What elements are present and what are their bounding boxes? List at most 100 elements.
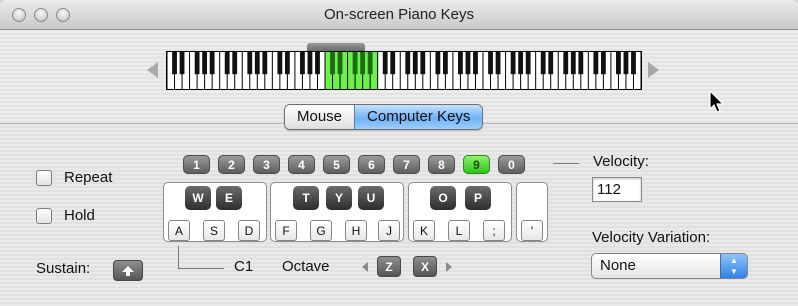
number-key-7[interactable]: 7 — [393, 155, 420, 174]
number-key-9[interactable]: 9 — [463, 155, 490, 174]
scroll-right-arrow-icon[interactable] — [648, 62, 659, 78]
piano-black-key[interactable] — [254, 52, 260, 75]
piano-black-key[interactable] — [616, 52, 621, 75]
octave-up-key[interactable]: X — [413, 256, 437, 277]
velocity-field[interactable]: 112 — [592, 177, 642, 202]
scroll-left-arrow-icon[interactable] — [147, 62, 158, 78]
key-quote[interactable]: ' — [521, 220, 543, 241]
octave-label: Octave — [282, 258, 330, 275]
piano-black-key[interactable] — [307, 52, 313, 75]
piano-black-key[interactable] — [224, 52, 230, 75]
piano-black-key[interactable] — [510, 52, 516, 75]
piano-black-key[interactable] — [262, 52, 268, 75]
piano-black-key[interactable] — [337, 52, 343, 75]
piano-black-key[interactable] — [194, 52, 200, 75]
key-k[interactable]: K — [413, 220, 435, 241]
piano-black-key[interactable] — [202, 52, 208, 75]
repeat-label: Repeat — [64, 169, 113, 186]
key-j[interactable]: J — [378, 220, 400, 241]
piano-black-key[interactable] — [465, 52, 471, 75]
key-h[interactable]: H — [345, 220, 367, 241]
key-w[interactable]: W — [185, 186, 211, 210]
piano-black-key[interactable] — [578, 52, 584, 75]
octave-bracket-vertical — [178, 246, 179, 268]
piano-black-key[interactable] — [300, 52, 305, 75]
piano-black-key[interactable] — [179, 52, 185, 75]
piano-black-key[interactable] — [367, 52, 373, 75]
piano-black-key[interactable] — [488, 52, 493, 75]
sustain-key[interactable] — [113, 260, 143, 281]
repeat-checkbox-box[interactable] — [36, 169, 52, 186]
mode-computer-keys-button[interactable]: Computer Keys — [354, 105, 483, 129]
piano-black-key[interactable] — [232, 52, 238, 75]
number-key-6[interactable]: 6 — [358, 155, 385, 174]
key-p[interactable]: P — [465, 186, 491, 210]
key-a[interactable]: A — [168, 220, 190, 241]
piano-black-key[interactable] — [247, 52, 253, 75]
velocity-connector-line — [553, 163, 579, 164]
velocity-variation-select[interactable]: None ▲ ▼ — [591, 253, 748, 279]
piano-black-key[interactable] — [548, 52, 554, 75]
piano-black-key[interactable] — [382, 52, 388, 75]
piano-black-key[interactable] — [540, 52, 546, 75]
octave-down-key[interactable]: Z — [377, 256, 401, 277]
sustain-label: Sustain: — [36, 260, 91, 277]
input-mode-segmented-control[interactable]: Mouse Computer Keys — [284, 104, 484, 130]
piano-black-key[interactable] — [600, 52, 606, 75]
octave-up-arrow-icon — [446, 262, 452, 272]
number-key-2[interactable]: 2 — [218, 155, 245, 174]
piano-black-key[interactable] — [284, 52, 290, 75]
key-u[interactable]: U — [358, 186, 384, 210]
key-semicolon[interactable]: ; — [483, 220, 505, 241]
piano-keys-graphic[interactable] — [167, 52, 641, 89]
piano-black-key[interactable] — [352, 52, 358, 75]
key-y[interactable]: Y — [326, 186, 352, 210]
piano-black-key[interactable] — [277, 52, 283, 75]
piano-black-key[interactable] — [631, 52, 636, 75]
number-key-0[interactable]: 0 — [498, 155, 525, 174]
key-l[interactable]: L — [448, 220, 470, 241]
key-o[interactable]: O — [430, 186, 456, 210]
piano-black-key[interactable] — [420, 52, 426, 75]
piano-black-key[interactable] — [330, 52, 335, 75]
key-d[interactable]: D — [238, 220, 260, 241]
piano-black-key[interactable] — [518, 52, 524, 75]
number-key-1[interactable]: 1 — [183, 155, 210, 174]
number-key-8[interactable]: 8 — [428, 155, 455, 174]
number-key-3[interactable]: 3 — [253, 155, 280, 174]
mode-mouse-button[interactable]: Mouse — [285, 105, 355, 129]
piano-black-key[interactable] — [458, 52, 463, 75]
key-t[interactable]: T — [293, 186, 319, 210]
piano-black-key[interactable] — [315, 52, 320, 75]
piano-black-key[interactable] — [412, 52, 418, 75]
number-key-5[interactable]: 5 — [323, 155, 350, 174]
piano-black-key[interactable] — [405, 52, 411, 75]
piano-black-key[interactable] — [435, 52, 441, 75]
repeat-checkbox[interactable]: Repeat — [36, 169, 112, 186]
hold-checkbox-box[interactable] — [36, 207, 52, 224]
piano-black-key[interactable] — [623, 52, 629, 75]
up-arrow-icon — [122, 266, 134, 276]
piano-black-key[interactable] — [172, 52, 177, 75]
title-bar: On-screen Piano Keys — [0, 0, 798, 30]
piano-black-key[interactable] — [525, 52, 531, 75]
start-note-label: C1 — [234, 258, 254, 275]
piano-black-key[interactable] — [442, 52, 448, 75]
key-s[interactable]: S — [203, 220, 225, 241]
hold-checkbox[interactable]: Hold — [36, 207, 95, 224]
key-f[interactable]: F — [275, 220, 297, 241]
piano-keyboard[interactable] — [166, 51, 642, 90]
piano-black-key[interactable] — [495, 52, 501, 75]
piano-black-key[interactable] — [209, 52, 215, 75]
key-e[interactable]: E — [216, 186, 242, 210]
piano-black-key[interactable] — [360, 52, 366, 75]
piano-black-key[interactable] — [570, 52, 576, 75]
key-g[interactable]: G — [310, 220, 332, 241]
octave-range-indicator[interactable] — [307, 43, 365, 51]
piano-black-key[interactable] — [473, 52, 478, 75]
piano-black-key[interactable] — [593, 52, 599, 75]
piano-black-key[interactable] — [563, 52, 569, 75]
number-key-4[interactable]: 4 — [288, 155, 315, 174]
velocity-label: Velocity: — [593, 153, 649, 170]
piano-black-key[interactable] — [390, 52, 396, 75]
